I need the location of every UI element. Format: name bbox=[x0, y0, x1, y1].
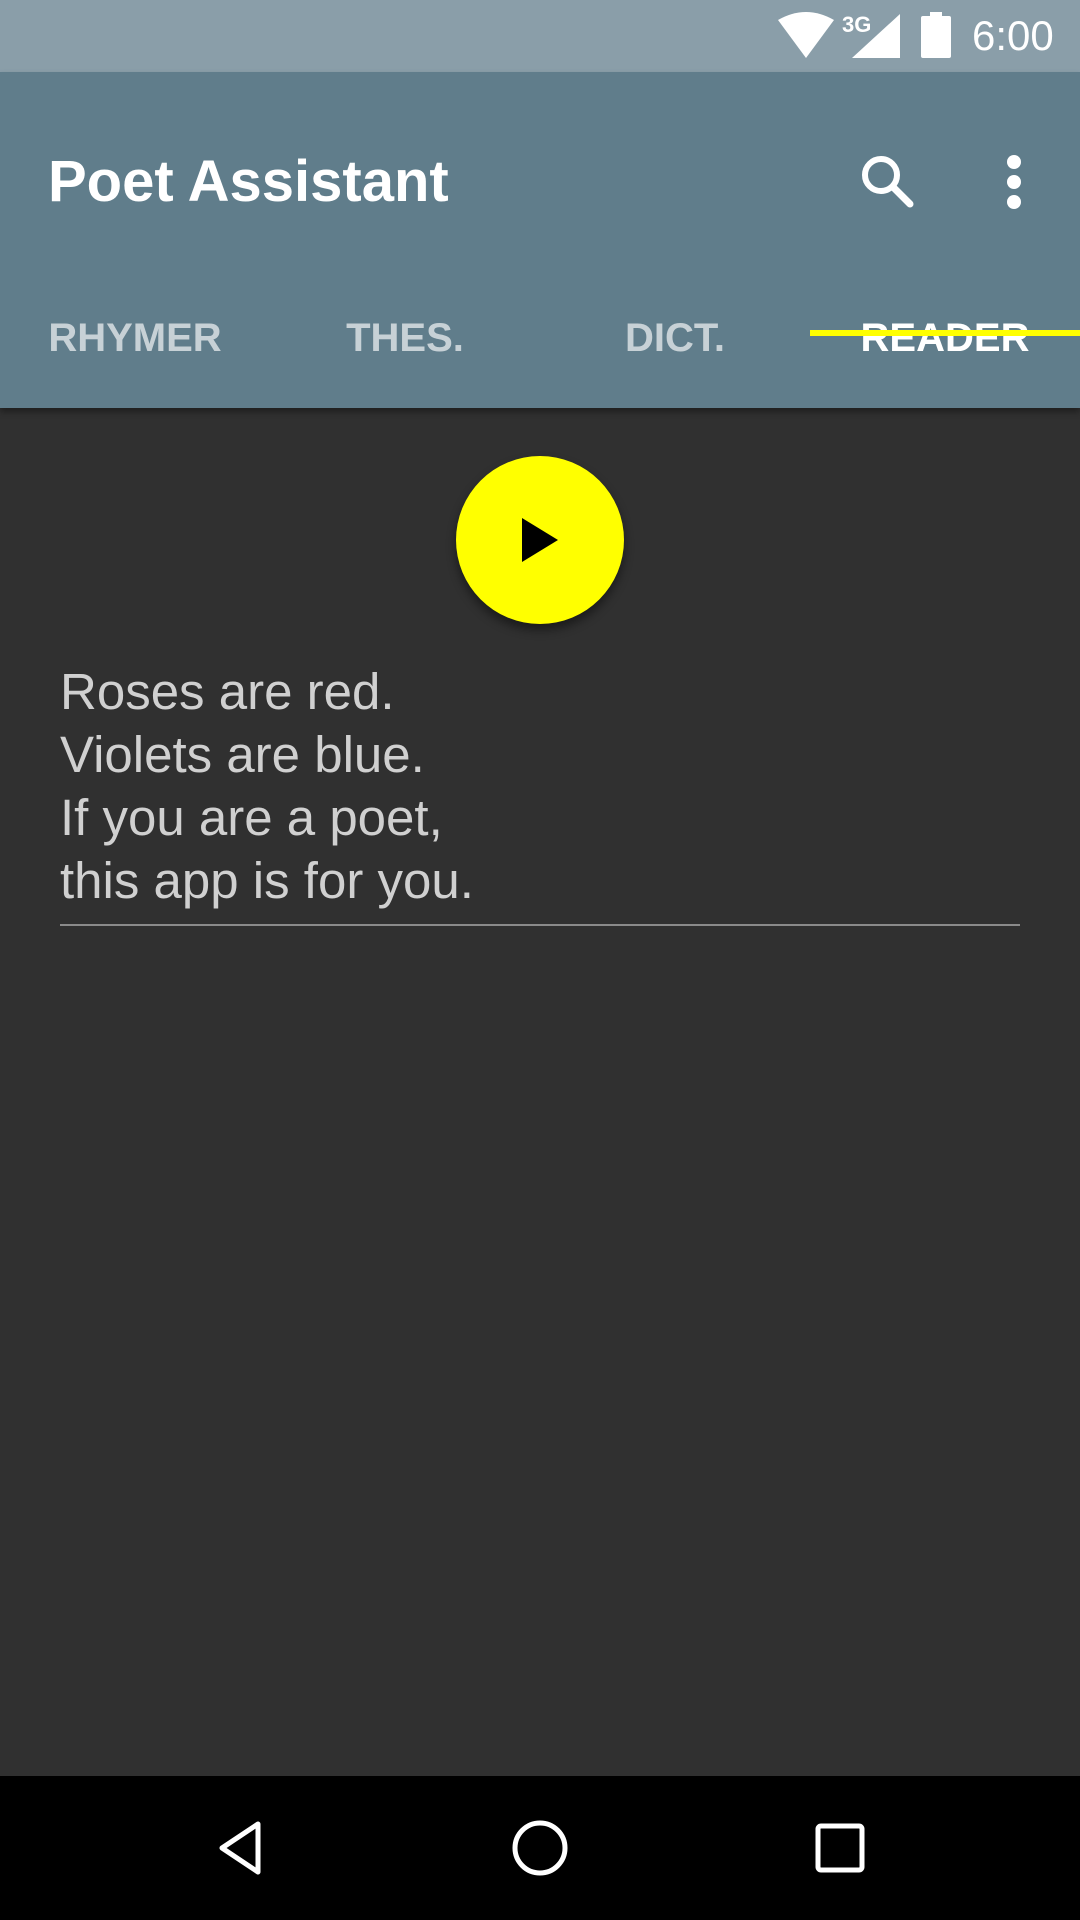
recents-icon[interactable] bbox=[804, 1812, 876, 1884]
poem-line: Roses are red. bbox=[60, 663, 395, 720]
tab-bar: RHYMER THES. DICT. READER bbox=[0, 268, 1080, 408]
status-bar: 3G 6:00 bbox=[0, 0, 1080, 72]
battery-icon bbox=[921, 12, 951, 58]
play-icon bbox=[522, 518, 558, 562]
play-button[interactable] bbox=[456, 456, 624, 624]
app-title: Poet Assistant bbox=[48, 149, 449, 214]
tab-dictionary[interactable]: DICT. bbox=[540, 268, 810, 408]
poem-line: this app is for you. bbox=[60, 852, 474, 909]
app-bar: Poet Assistant RHYMER THES. DICT. READER bbox=[0, 72, 1080, 408]
home-icon[interactable] bbox=[504, 1812, 576, 1884]
tab-thesaurus[interactable]: THES. bbox=[270, 268, 540, 408]
more-vert-icon bbox=[1007, 155, 1021, 209]
poem-line: If you are a poet, bbox=[60, 789, 443, 846]
screen: 3G 6:00 Poet Assistant RHYMER THES. DICT… bbox=[0, 0, 1080, 1920]
search-icon bbox=[862, 156, 914, 208]
tab-rhymer[interactable]: RHYMER bbox=[0, 268, 270, 408]
navigation-bar bbox=[0, 1776, 1080, 1920]
back-icon[interactable] bbox=[204, 1812, 276, 1884]
signal-icon bbox=[852, 14, 900, 58]
poem-text-input[interactable]: Roses are red. Violets are blue. If you … bbox=[60, 660, 1020, 926]
tab-reader[interactable]: READER bbox=[810, 268, 1080, 408]
more-options-button[interactable] bbox=[980, 142, 1048, 222]
search-button[interactable] bbox=[848, 142, 928, 222]
clock: 6:00 bbox=[972, 12, 1054, 59]
poem-line: Violets are blue. bbox=[60, 726, 425, 783]
wifi-icon bbox=[778, 12, 834, 58]
tab-indicator bbox=[810, 330, 1080, 336]
